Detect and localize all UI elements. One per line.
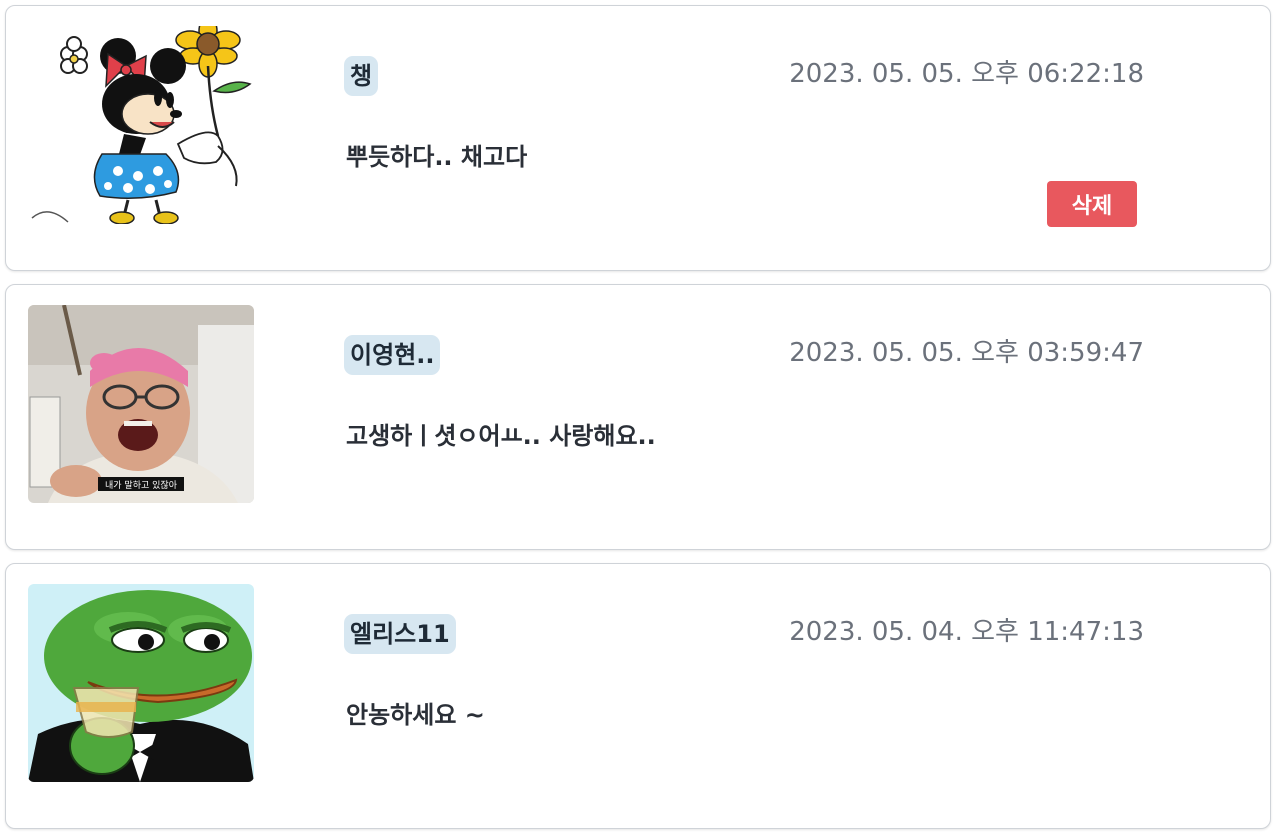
man-pink-headband-image: 내가 말하고 있잖아 [28, 305, 254, 503]
minnie-mouse-sunflower-image [28, 26, 254, 224]
comment-card: 내가 말하고 있잖아 이영현.. 2023. 05. 05. 오후 03:59:… [5, 284, 1271, 550]
avatar-caption: 내가 말하고 있잖아 [105, 479, 178, 491]
minnie-mouse-avatar [28, 26, 254, 224]
delete-button[interactable]: 삭제 [1047, 181, 1137, 227]
comment-message: 고생하ㅣ셧ㅇ어ㅛ.. 사랑해요.. [346, 422, 656, 450]
comment-message: 안농하세요 ~ [346, 701, 485, 729]
comment-timestamp: 2023. 05. 04. 오후 11:47:13 [789, 617, 1144, 647]
author-name-badge: 엘리스11 [344, 614, 456, 654]
author-name-badge: 이영현.. [344, 335, 441, 375]
comment-card: 엘리스11 2023. 05. 04. 오후 11:47:13 안농하세요 ~ [5, 563, 1271, 829]
comment-timestamp: 2023. 05. 05. 오후 06:22:18 [789, 59, 1144, 89]
comment-card: 챙 2023. 05. 05. 오후 06:22:18 뿌듯하다.. 채고다 삭… [5, 5, 1271, 271]
pepe-frog-avatar [28, 584, 254, 782]
pepe-frog-image [28, 584, 254, 782]
comment-list: 챙 2023. 05. 05. 오후 06:22:18 뿌듯하다.. 채고다 삭… [0, 0, 1281, 837]
man-photo-avatar: 내가 말하고 있잖아 [28, 305, 254, 503]
author-name-badge: 챙 [344, 56, 379, 96]
comment-message: 뿌듯하다.. 채고다 [346, 143, 528, 171]
comment-timestamp: 2023. 05. 05. 오후 03:59:47 [789, 338, 1144, 368]
